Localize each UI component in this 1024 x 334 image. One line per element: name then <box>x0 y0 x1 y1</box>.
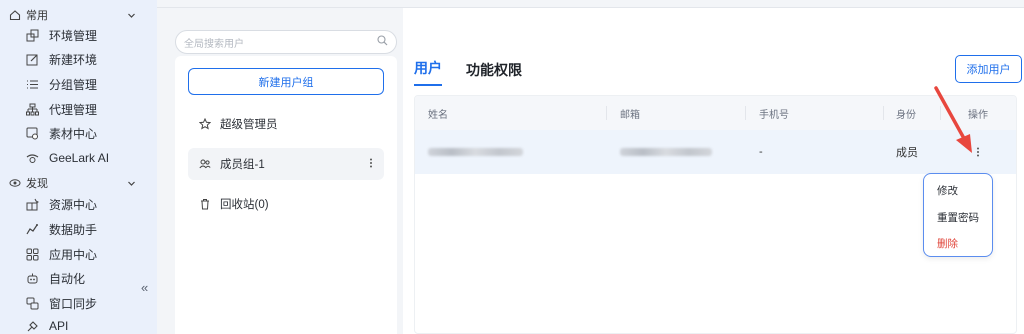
sidebar-item-label: 数据助手 <box>49 222 98 237</box>
list-icon <box>24 76 40 92</box>
column-header-name: 姓名 <box>428 109 448 121</box>
search-icon[interactable] <box>377 33 388 51</box>
sidebar-section-common[interactable]: 常用 <box>8 6 136 24</box>
row-actions-menu: 修改 重置密码 删除 <box>923 173 993 257</box>
collapse-sidebar-icon[interactable]: « <box>141 280 148 295</box>
sidebar-item-label: 资源中心 <box>49 197 98 212</box>
group-item-label: 成员组-1 <box>220 159 265 171</box>
table-row[interactable]: - 成员 <box>415 130 1016 174</box>
users-panel: 用户 功能权限 添加用户 姓名 邮箱 手机号 身份 操作 - 成员 修改 重置密… <box>403 8 1024 334</box>
sync-icon <box>24 295 40 311</box>
proxy-icon <box>24 101 40 117</box>
robot-icon <box>24 270 40 286</box>
sidebar-item-app-center[interactable]: 应用中心 <box>24 244 144 264</box>
column-header-role: 身份 <box>896 109 916 121</box>
column-header-email: 邮箱 <box>620 109 640 121</box>
sidebar-section-label: 发现 <box>26 178 48 190</box>
materials-icon <box>24 125 40 141</box>
sidebar-item-label: 分组管理 <box>49 77 98 92</box>
sidebar-item-label: 自动化 <box>49 271 86 286</box>
resources-icon <box>24 196 40 212</box>
sidebar-item-groups[interactable]: 分组管理 <box>24 74 144 94</box>
column-divider <box>606 106 607 120</box>
sidebar-item-materials[interactable]: 素材中心 <box>24 123 144 143</box>
sidebar-item-label: 窗口同步 <box>49 296 98 311</box>
home-icon <box>8 8 22 22</box>
group-item-label: 超级管理员 <box>220 119 278 131</box>
tab-users[interactable]: 用户 <box>414 58 442 86</box>
sidebar-item-label: 应用中心 <box>49 247 98 262</box>
new-user-group-button[interactable]: 新建用户组 <box>188 68 384 95</box>
top-strip <box>157 0 1024 8</box>
more-vertical-icon[interactable] <box>368 157 374 172</box>
chevron-down-icon <box>126 10 136 20</box>
app-root: 常用 环境管理 新建环境 分组管理 代理管理 素材中心 GeeLark AI 发… <box>0 0 1024 334</box>
column-divider <box>940 106 941 120</box>
tab-bar: 用户 功能权限 <box>414 58 546 86</box>
sidebar-section-discover[interactable]: 发现 <box>8 174 136 192</box>
sidebar-item-proxies[interactable]: 代理管理 <box>24 99 144 119</box>
search-input[interactable]: 全局搜索用户 <box>184 35 377 50</box>
group-item-members-1[interactable]: 成员组-1 <box>188 148 384 180</box>
group-list-card: 新建用户组 超级管理员 成员组-1 回收站(0) <box>175 56 397 334</box>
menu-item-reset-password[interactable]: 重置密码 <box>937 210 979 225</box>
users-icon <box>198 157 212 171</box>
sidebar-item-label: 环境管理 <box>49 28 98 43</box>
environment-icon <box>24 27 40 43</box>
sidebar-item-label: 素材中心 <box>49 126 98 141</box>
sidebar-item-label: 代理管理 <box>49 102 98 117</box>
row-actions-button[interactable] <box>971 130 985 174</box>
sidebar-item-label: 新建环境 <box>49 52 98 67</box>
cell-phone: - <box>759 146 763 158</box>
eye-icon <box>8 176 22 190</box>
sidebar-item-environments[interactable]: 环境管理 <box>24 25 144 45</box>
sidebar-item-resources[interactable]: 资源中心 <box>24 194 144 214</box>
table-header: 姓名 邮箱 手机号 身份 操作 <box>415 96 1016 130</box>
data-icon <box>24 221 40 237</box>
sidebar-item-data-assistant[interactable]: 数据助手 <box>24 219 144 239</box>
group-item-recycle-bin[interactable]: 回收站(0) <box>188 188 384 220</box>
column-divider <box>883 106 884 120</box>
ai-icon <box>24 150 40 166</box>
sidebar-item-geelark-ai[interactable]: GeeLark AI <box>24 148 144 168</box>
menu-item-delete[interactable]: 删除 <box>937 236 958 251</box>
sidebar-item-api[interactable]: API <box>24 316 144 334</box>
sidebar: 常用 环境管理 新建环境 分组管理 代理管理 素材中心 GeeLark AI 发… <box>0 0 157 334</box>
sidebar-section-label: 常用 <box>26 10 48 22</box>
group-panel: 全局搜索用户 新建用户组 超级管理员 成员组-1 回收站(0) <box>157 8 403 334</box>
api-icon <box>24 318 40 334</box>
group-item-label: 回收站(0) <box>220 199 269 211</box>
trash-icon <box>198 197 212 211</box>
cell-role: 成员 <box>896 147 918 159</box>
edit-icon <box>24 51 40 67</box>
cell-name-redacted <box>428 130 523 174</box>
menu-item-edit[interactable]: 修改 <box>937 183 958 198</box>
tab-permissions[interactable]: 功能权限 <box>466 60 522 86</box>
sidebar-item-new-environment[interactable]: 新建环境 <box>24 49 144 69</box>
star-icon <box>198 117 212 131</box>
sidebar-item-label: GeeLark AI <box>49 151 110 165</box>
group-item-super-admin[interactable]: 超级管理员 <box>188 108 384 140</box>
sidebar-item-label: API <box>49 319 69 333</box>
column-header-phone: 手机号 <box>759 109 789 121</box>
more-vertical-icon[interactable] <box>971 145 985 159</box>
global-user-search[interactable]: 全局搜索用户 <box>175 30 397 54</box>
cell-email-redacted <box>620 130 712 174</box>
column-divider <box>745 106 746 120</box>
sidebar-item-automation[interactable]: 自动化 <box>24 268 144 288</box>
add-user-button[interactable]: 添加用户 <box>955 55 1022 83</box>
column-header-actions: 操作 <box>968 109 988 121</box>
apps-icon <box>24 246 40 262</box>
sidebar-item-window-sync[interactable]: 窗口同步 <box>24 293 144 313</box>
chevron-down-icon <box>126 178 136 188</box>
